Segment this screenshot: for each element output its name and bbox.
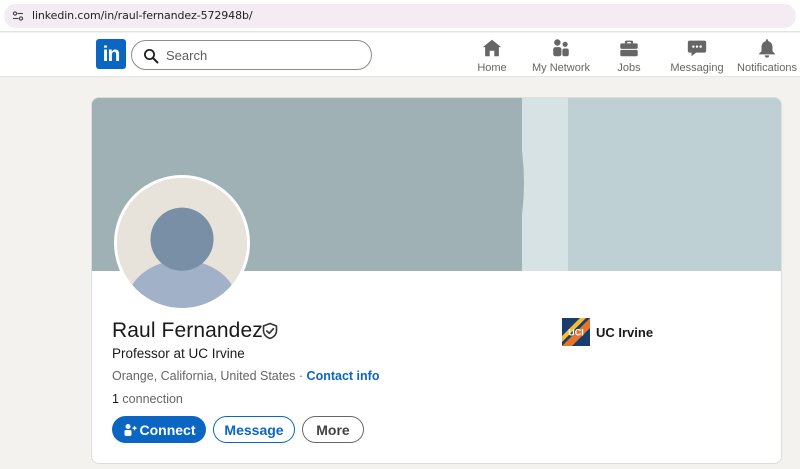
profile-headline: Professor at UC Irvine: [112, 346, 245, 361]
banner-strip: [522, 98, 568, 271]
nav-messaging[interactable]: Messaging: [670, 37, 724, 75]
banner-right-panel: [567, 98, 781, 271]
more-button[interactable]: More: [302, 416, 364, 443]
profile-name: Raul Fernandez: [112, 319, 263, 342]
chat-bubble-icon: [687, 40, 707, 57]
connections-count[interactable]: 1 connection: [112, 392, 183, 406]
message-button[interactable]: Message: [213, 416, 295, 443]
location-separator: ·: [295, 369, 307, 383]
company-name: UC Irvine: [596, 324, 654, 340]
linkedin-logo[interactable]: in: [96, 39, 126, 69]
search-icon: [144, 49, 159, 64]
uc-irvine-logo-text: UCI: [568, 328, 584, 338]
nav-jobs-label: Jobs: [617, 62, 641, 74]
profile-avatar[interactable]: [114, 175, 250, 311]
current-company[interactable]: UCI UC Irvine: [562, 318, 653, 346]
nav-messaging-label: Messaging: [670, 62, 724, 74]
search-box[interactable]: [131, 40, 372, 70]
nav-home[interactable]: Home: [472, 37, 512, 75]
people-icon: [553, 39, 569, 57]
home-icon: [482, 39, 502, 57]
connection-label: connection: [118, 392, 183, 406]
top-navigation: in Home My Network Jobs: [0, 33, 800, 77]
nav-my-network[interactable]: My Network: [528, 37, 594, 75]
nav-jobs[interactable]: Jobs: [611, 37, 647, 75]
site-settings-icon[interactable]: [12, 10, 24, 22]
nav-notifications[interactable]: Notifications: [736, 37, 798, 75]
briefcase-icon: [620, 40, 638, 57]
nav-my-network-label: My Network: [531, 62, 591, 74]
connect-button[interactable]: Connect: [112, 416, 206, 443]
search-input[interactable]: [166, 46, 361, 64]
bell-icon: [759, 39, 775, 58]
nav-home-label: Home: [477, 62, 507, 74]
browser-address-bar: linkedin.com/in/raul-fernandez-572948b/: [0, 0, 800, 32]
contact-info-link[interactable]: Contact info: [307, 369, 380, 383]
profile-card: Raul Fernandez Professor at UC Irvine Or…: [91, 97, 782, 464]
uc-irvine-logo: UCI: [562, 318, 590, 346]
verified-shield-icon[interactable]: [261, 322, 279, 340]
add-person-icon: [124, 423, 136, 436]
default-person-icon: [117, 178, 247, 308]
profile-location: Orange, California, United States: [112, 369, 296, 383]
nav-notifications-label: Notifications: [737, 62, 797, 74]
connection-number: 1: [112, 392, 119, 406]
url-text: linkedin.com/in/raul-fernandez-572948b/: [32, 9, 253, 22]
url-field[interactable]: linkedin.com/in/raul-fernandez-572948b/: [4, 4, 796, 28]
location-row: Orange, California, United States · Cont…: [112, 369, 379, 383]
connect-label: Connect: [139, 421, 196, 438]
